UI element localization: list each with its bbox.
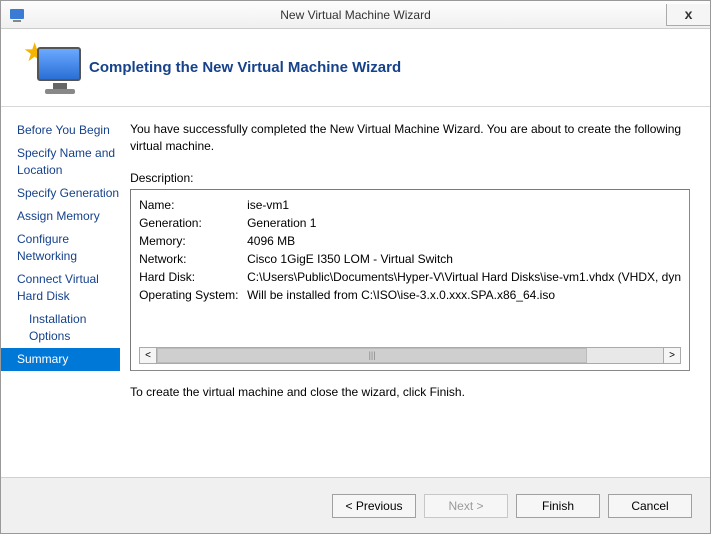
summary-row: Name:ise-vm1 [139, 196, 681, 214]
scroll-right-button[interactable]: > [663, 348, 680, 363]
cancel-button[interactable]: Cancel [608, 494, 692, 518]
sidebar-step-label: Specify Name and Location [17, 146, 115, 177]
summary-field-label: Network: [139, 250, 247, 268]
summary-field-label: Generation: [139, 214, 247, 232]
page-title: Completing the New Virtual Machine Wizar… [89, 59, 401, 76]
sidebar-step-label: Installation Options [29, 312, 86, 343]
wizard-body: Before You Begin Specify Name and Locatio… [1, 107, 710, 477]
sidebar-step-label: Assign Memory [17, 209, 100, 223]
window-title: New Virtual Machine Wizard [1, 8, 710, 22]
wizard-header: ★ Completing the New Virtual Machine Wiz… [1, 29, 710, 107]
sidebar-step[interactable]: Before You Begin [1, 119, 120, 142]
titlebar: New Virtual Machine Wizard x [1, 1, 710, 29]
content-area: You have successfully completed the New … [120, 107, 710, 477]
summary-row: Hard Disk:C:\Users\Public\Documents\Hype… [139, 268, 681, 286]
description-label: Description: [130, 171, 690, 185]
summary-field-value: C:\Users\Public\Documents\Hyper-V\Virtua… [247, 268, 681, 286]
wizard-header-icon: ★ [15, 37, 85, 99]
chevron-left-icon: < [145, 350, 151, 361]
previous-button[interactable]: < Previous [332, 494, 416, 518]
scroll-thumb[interactable]: ||| [157, 348, 587, 363]
sidebar-step[interactable]: Assign Memory [1, 205, 120, 228]
sidebar-step[interactable]: Connect Virtual Hard Disk [1, 268, 120, 308]
summary-fields: Name:ise-vm1Generation:Generation 1Memor… [139, 196, 681, 343]
scroll-left-button[interactable]: < [140, 348, 157, 363]
chevron-right-icon: > [669, 350, 675, 361]
scroll-track[interactable]: ||| [157, 348, 663, 363]
summary-row: Generation:Generation 1 [139, 214, 681, 232]
finish-button[interactable]: Finish [516, 494, 600, 518]
summary-field-label: Operating System: [139, 286, 247, 304]
summary-row: Operating System:Will be installed from … [139, 286, 681, 304]
summary-field-value: Cisco 1GigE I350 LOM - Virtual Switch [247, 250, 453, 268]
wizard-window: New Virtual Machine Wizard x ★ Completin… [0, 0, 711, 534]
summary-field-value: Generation 1 [247, 214, 316, 232]
sidebar-step[interactable]: Configure Networking [1, 228, 120, 268]
intro-text: You have successfully completed the New … [130, 121, 690, 155]
wizard-footer: < Previous Next > Finish Cancel [1, 477, 710, 533]
sidebar-step-label: Before You Begin [17, 123, 110, 137]
summary-panel: Name:ise-vm1Generation:Generation 1Memor… [130, 189, 690, 371]
sidebar-step-label: Summary [17, 352, 68, 366]
wizard-steps-sidebar: Before You Begin Specify Name and Locatio… [1, 107, 120, 477]
grip-icon: ||| [369, 350, 376, 360]
sidebar-step[interactable]: Specify Generation [1, 182, 120, 205]
summary-field-value: 4096 MB [247, 232, 295, 250]
summary-field-value: Will be installed from C:\ISO\ise-3.x.0.… [247, 286, 555, 304]
sidebar-step-label: Connect Virtual Hard Disk [17, 272, 99, 303]
sidebar-step-label: Configure Networking [17, 232, 77, 263]
summary-field-label: Memory: [139, 232, 247, 250]
sidebar-step[interactable]: Installation Options [1, 308, 120, 348]
sidebar-step[interactable]: Summary [1, 348, 120, 371]
sidebar-step-label: Specify Generation [17, 186, 119, 200]
next-button[interactable]: Next > [424, 494, 508, 518]
summary-field-label: Name: [139, 196, 247, 214]
summary-field-value: ise-vm1 [247, 196, 289, 214]
summary-row: Memory:4096 MB [139, 232, 681, 250]
horizontal-scrollbar[interactable]: < ||| > [139, 347, 681, 364]
summary-field-label: Hard Disk: [139, 268, 247, 286]
instruction-text: To create the virtual machine and close … [130, 385, 690, 399]
summary-row: Network:Cisco 1GigE I350 LOM - Virtual S… [139, 250, 681, 268]
sidebar-step[interactable]: Specify Name and Location [1, 142, 120, 182]
